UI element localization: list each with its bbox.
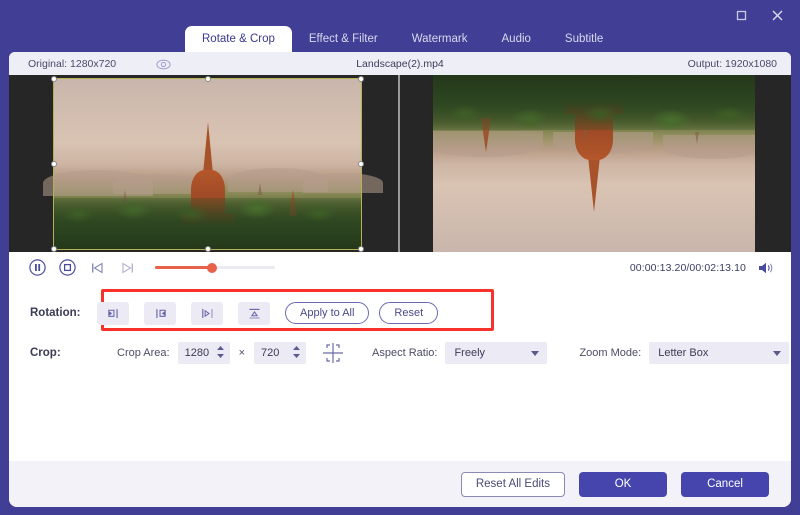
previous-frame-button[interactable] [86, 257, 108, 279]
title-bar: Rotate & Crop Effect & Filter Watermark … [0, 0, 800, 52]
rotate-right-button[interactable] [144, 301, 176, 325]
crop-handle-middle-right[interactable] [358, 161, 364, 167]
crop-height-stepper[interactable] [292, 345, 301, 359]
volume-button[interactable] [757, 259, 775, 277]
zoom-mode-value: Letter Box [658, 347, 709, 359]
seek-fill [155, 266, 213, 269]
crop-width-input[interactable]: 1280 [177, 342, 230, 364]
pause-button[interactable] [26, 257, 48, 279]
output-video-frame [433, 75, 755, 252]
output-preview[interactable] [400, 75, 791, 252]
apply-to-all-button[interactable]: Apply to All [285, 302, 370, 324]
crop-width-stepper[interactable] [216, 345, 225, 359]
next-frame-icon [121, 261, 133, 274]
chevron-down-icon [773, 351, 782, 356]
flip-horizontal-button[interactable] [191, 301, 223, 325]
maximize-icon [736, 10, 746, 20]
rotate-right-icon [155, 308, 166, 318]
seek-thumb[interactable] [207, 262, 217, 273]
close-icon [772, 10, 782, 20]
original-video-frame [43, 78, 383, 250]
crop-height-input[interactable]: 720 [254, 342, 307, 364]
rotation-label: Rotation: [30, 307, 81, 319]
previous-frame-icon [91, 261, 103, 274]
crop-label: Crop: [30, 347, 61, 359]
rotation-row: Rotation: Apply to All Reset [9, 293, 791, 333]
stepper-up-icon [293, 346, 301, 350]
tab-watermark[interactable]: Watermark [395, 26, 485, 52]
tab-subtitle[interactable]: Subtitle [548, 26, 620, 52]
tab-rotate-crop[interactable]: Rotate & Crop [185, 26, 292, 52]
tab-bar: Rotate & Crop Effect & Filter Watermark … [185, 26, 620, 52]
cancel-button[interactable]: Cancel [681, 471, 769, 497]
seek-slider[interactable] [155, 262, 275, 274]
crop-handle-middle-left[interactable] [51, 161, 57, 167]
pause-icon [28, 259, 46, 276]
crop-center-button[interactable] [320, 341, 346, 365]
zoom-mode-label: Zoom Mode: [579, 347, 642, 359]
timecode-label: 00:00:13.20/00:02:13.10 [629, 261, 746, 274]
close-button[interactable] [766, 4, 788, 26]
stepper-up-icon [216, 346, 224, 350]
aspect-ratio-select[interactable]: Freely [445, 342, 548, 364]
crop-center-icon [323, 343, 344, 363]
flip-vertical-icon [248, 308, 260, 319]
stepper-down-icon [216, 354, 224, 358]
crop-dimension-separator: × [238, 347, 246, 359]
maximize-button[interactable] [730, 4, 752, 26]
playback-controls: 00:00:13.20/00:02:13.10 [9, 252, 791, 283]
next-frame-button[interactable] [116, 257, 138, 279]
file-name-label: Landscape(2).mp4 [356, 57, 444, 70]
aspect-ratio-value: Freely [454, 347, 486, 359]
treeline-output [433, 75, 755, 130]
editor-window: Rotate & Crop Effect & Filter Watermark … [0, 0, 800, 515]
ok-button[interactable]: OK [579, 471, 667, 497]
rotate-left-button[interactable] [97, 301, 129, 325]
treeline [53, 198, 362, 250]
dialog-footer: Reset All Edits OK Cancel [9, 461, 791, 507]
tab-effect-filter[interactable]: Effect & Filter [292, 26, 395, 52]
stepper-down-icon [293, 354, 301, 358]
flip-vertical-button[interactable] [238, 301, 270, 325]
crop-width-value: 1280 [184, 347, 210, 359]
crop-row: Crop: Crop Area: 1280 × 720 Aspect Ratio… [9, 333, 791, 373]
crop-height-value: 720 [261, 347, 280, 359]
flip-horizontal-icon [201, 308, 213, 318]
chevron-down-icon [531, 351, 540, 356]
stop-button[interactable] [56, 257, 78, 279]
zoom-mode-select[interactable]: Letter Box [649, 342, 790, 364]
tab-audio[interactable]: Audio [485, 26, 548, 52]
rotate-left-icon [107, 308, 118, 318]
original-preview[interactable] [9, 75, 400, 252]
stop-icon [58, 259, 76, 276]
info-strip: Original: 1280x720 Landscape(2).mp4 Outp… [9, 52, 791, 75]
output-resolution-label: Output: 1920x1080 [687, 57, 777, 70]
reset-rotation-button[interactable]: Reset [379, 302, 439, 324]
preview-area [9, 75, 791, 252]
crop-handle-top-right[interactable] [358, 76, 364, 82]
crop-handle-top-center[interactable] [204, 76, 211, 82]
aspect-ratio-label: Aspect Ratio: [372, 347, 438, 359]
window-controls [730, 4, 788, 26]
edit-controls: Rotation: Apply to All Reset Crop: Crop … [9, 283, 791, 373]
reset-all-edits-button[interactable]: Reset All Edits [460, 471, 565, 497]
volume-icon [758, 262, 772, 273]
crop-handle-top-left[interactable] [51, 76, 57, 82]
crop-area-label: Crop Area: [117, 347, 170, 359]
main-panel: Original: 1280x720 Landscape(2).mp4 Outp… [9, 52, 791, 507]
